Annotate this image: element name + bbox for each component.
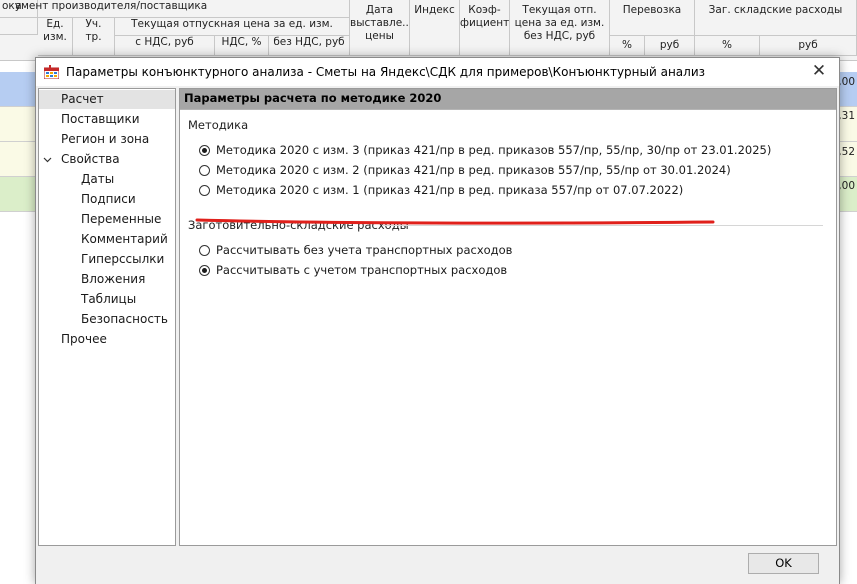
storage-radio-without-transport-label: Рассчитывать без учета транспортных расх…: [216, 243, 513, 257]
nav-item-security[interactable]: Безопасность: [39, 310, 175, 329]
storage-group-title: Заготовительно-складские расходы: [188, 218, 409, 232]
header-storage-rub: руб: [760, 36, 857, 56]
header-storage: Заг. складские расходы: [695, 0, 857, 36]
nav-item-other[interactable]: Прочее: [39, 330, 175, 349]
header-without-vat: без НДС, руб: [269, 36, 350, 56]
storage-radio-with-transport-label: Рассчитывать с учетом транспортных расхо…: [216, 263, 508, 277]
radio-button[interactable]: [199, 265, 210, 276]
spreadsheet-header: а окумент производителя/поставщика Ед. и…: [0, 0, 857, 61]
header-with-vat: с НДС, руб: [115, 36, 215, 56]
nav-item-variables[interactable]: Переменные: [39, 210, 175, 229]
nav-item-properties[interactable]: Свойства: [39, 150, 175, 169]
nav-item-calculation[interactable]: Расчет: [39, 90, 175, 109]
header-uch: Уч. тр.: [73, 18, 115, 56]
header-storage-pct: %: [695, 36, 760, 56]
nav-item-label: Свойства: [61, 152, 120, 166]
radio-button[interactable]: [199, 245, 210, 256]
header-index: Индекс: [410, 0, 460, 56]
nav-item-region[interactable]: Регион и зона: [39, 130, 175, 149]
header-vat-pct: НДС, %: [215, 36, 269, 56]
header-date: Дата выставле... цены: [350, 0, 410, 56]
nav-item-hyperlinks[interactable]: Гиперссылки: [39, 250, 175, 269]
dialog-button-bar: OK: [36, 548, 839, 584]
header-transport: Перевозка: [610, 0, 695, 36]
method-radio-1-label: Методика 2020 с изм. 1 (приказ 421/пр в …: [216, 183, 684, 197]
nav-item-attachments[interactable]: Вложения: [39, 270, 175, 289]
app-grid-icon: [44, 65, 59, 79]
header-unit: Ед. изм.: [38, 18, 73, 56]
header-coef: Коэф- фициент: [460, 0, 510, 56]
dialog-titlebar[interactable]: Параметры конъюнктурного анализа - Сметы…: [36, 58, 839, 86]
chevron-down-icon[interactable]: [43, 155, 52, 164]
radio-button[interactable]: [199, 185, 210, 196]
method-radio-3-label: Методика 2020 с изм. 3 (приказ 421/пр в …: [216, 143, 772, 157]
analysis-parameters-dialog: Параметры конъюнктурного анализа - Сметы…: [35, 57, 840, 584]
header-current-price-novat: Текущая отп. цена за ед. изм. без НДС, р…: [510, 0, 610, 56]
radio-dot: [202, 148, 207, 153]
radio-button[interactable]: [199, 165, 210, 176]
nav-item-suppliers[interactable]: Поставщики: [39, 110, 175, 129]
method-group-title: Методика: [188, 118, 249, 132]
header-current-price: Текущая отпускная цена за ед. изм.: [115, 18, 350, 36]
nav-item-signatures[interactable]: Подписи: [39, 190, 175, 209]
nav-item-dates[interactable]: Даты: [39, 170, 175, 189]
nav-item-tables[interactable]: Таблицы: [39, 290, 175, 309]
settings-nav-tree: Расчет Поставщики Регион и зона Свойства…: [38, 88, 176, 546]
method-radio-2-label: Методика 2020 с изм. 2 (приказ 421/пр в …: [216, 163, 731, 177]
header-transport-rub: руб: [645, 36, 695, 56]
content-header: Параметры расчета по методике 2020: [180, 89, 836, 110]
radio-button[interactable]: [199, 145, 210, 156]
content-header-title: Параметры расчета по методике 2020: [184, 91, 442, 105]
close-icon[interactable]: ✕: [809, 61, 829, 81]
radio-dot: [202, 268, 207, 273]
nav-item-comment[interactable]: Комментарий: [39, 230, 175, 249]
header-doc-group: окумент производителя/поставщика: [0, 0, 350, 18]
header-transport-pct: %: [610, 36, 645, 56]
group-divider: [383, 225, 823, 226]
settings-content-panel: Параметры расчета по методике 2020 Метод…: [179, 88, 837, 546]
ok-button[interactable]: OK: [748, 553, 819, 574]
dialog-title: Параметры конъюнктурного анализа - Сметы…: [66, 65, 706, 79]
